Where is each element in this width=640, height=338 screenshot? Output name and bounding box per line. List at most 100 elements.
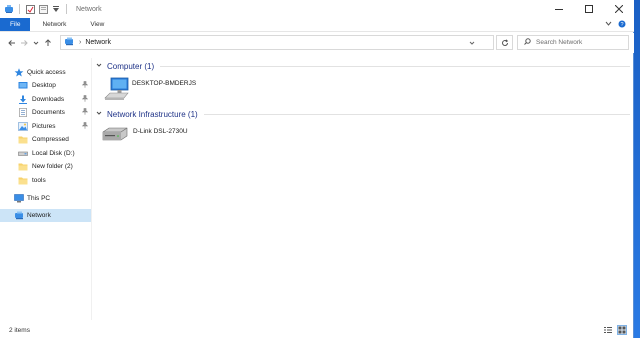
pictures-icon [18, 121, 28, 131]
nav-item-documents[interactable]: Documents [0, 106, 91, 119]
svg-text:?: ? [620, 22, 623, 28]
title-bar: Network [0, 0, 634, 18]
window-title: Network [76, 5, 102, 13]
view-toggle [603, 325, 627, 335]
expand-ribbon-icon[interactable] [605, 20, 612, 30]
group-header-computer[interactable]: Computer (1) [96, 60, 630, 72]
tiles-view-icon [618, 326, 626, 334]
nav-item-label: Documents [32, 109, 65, 116]
network-item-label: DESKTOP-BMDERJS [132, 80, 197, 87]
tab-view[interactable]: View [78, 18, 116, 31]
breadcrumb-chevron-icon[interactable]: › [79, 39, 81, 46]
desktop-folder-icon [18, 81, 28, 90]
nav-item-label: Compressed [32, 136, 69, 143]
details-view-icon [604, 327, 612, 333]
collapse-chevron-icon[interactable] [96, 62, 104, 70]
tab-file[interactable]: File [0, 18, 31, 31]
nav-quick-access-label: Quick access [27, 69, 66, 76]
refresh-icon [501, 38, 508, 46]
group-header-label: Network Infrastructure (1) [107, 109, 198, 119]
address-bar[interactable]: › Network [60, 35, 494, 50]
nav-item-label: Desktop [32, 82, 56, 89]
group-header-label: Computer (1) [107, 61, 155, 71]
pin-icon[interactable] [81, 94, 89, 104]
pin-icon[interactable] [81, 121, 89, 131]
drive-icon [18, 149, 28, 158]
content-pane: Computer (1) DESKTOP-BMDERJS Network Inf… [96, 58, 634, 320]
network-app-icon [4, 4, 14, 14]
chevron-down-icon [469, 41, 475, 45]
downloads-icon [18, 95, 28, 104]
forward-arrow-icon [21, 40, 28, 46]
collapse-chevron-icon[interactable] [96, 110, 104, 118]
separator [19, 4, 20, 14]
item-count: 2 items [9, 326, 30, 334]
new-folder-icon[interactable] [38, 4, 48, 14]
network-icon [14, 211, 24, 220]
group-divider [204, 114, 630, 115]
ribbon-tabs: File Network View ? [0, 18, 634, 32]
customize-toolbar-icon[interactable] [51, 4, 61, 14]
nav-this-pc[interactable]: This PC [0, 192, 91, 205]
back-button[interactable] [6, 35, 18, 51]
nav-item-label: tools [32, 176, 46, 184]
up-button[interactable] [42, 35, 54, 51]
desktop-background [634, 0, 640, 338]
pin-icon[interactable] [81, 81, 89, 90]
nav-item-downloads[interactable]: Downloads [0, 93, 91, 106]
search-input[interactable] [536, 39, 620, 46]
close-button[interactable] [604, 0, 634, 18]
recent-locations-button[interactable] [30, 35, 42, 51]
nav-item-label: Local Disk (D:) [32, 149, 75, 157]
nav-item-label: Pictures [32, 122, 56, 130]
help-icon[interactable]: ? [618, 20, 626, 30]
address-row: › Network [0, 33, 634, 53]
nav-item-tools[interactable]: tools [0, 174, 91, 187]
pin-icon[interactable] [81, 108, 89, 117]
network-item-label: D-Link DSL-2730U [133, 128, 188, 135]
tab-network[interactable]: Network [30, 18, 78, 31]
navigation-pane: Quick access Desktop Downloads Documents… [0, 58, 92, 320]
tiles-view-button[interactable] [617, 325, 627, 335]
ribbon-help-area: ? [605, 20, 626, 30]
refresh-button[interactable] [496, 35, 513, 50]
nav-item-compressed[interactable]: Compressed [0, 133, 91, 146]
properties-icon[interactable] [25, 4, 35, 14]
folder-icon [18, 162, 28, 171]
nav-network[interactable]: Network [0, 209, 91, 222]
nav-quick-access[interactable]: Quick access [0, 66, 91, 79]
details-view-button[interactable] [603, 325, 613, 335]
nav-this-pc-label: This PC [27, 195, 51, 202]
network-icon [64, 37, 75, 48]
status-bar: 2 items [0, 322, 634, 338]
nav-item-label: New folder (2) [32, 163, 73, 170]
star-icon [14, 68, 24, 77]
address-dropdown-button[interactable] [466, 36, 478, 49]
search-box[interactable] [517, 35, 629, 50]
folder-icon [18, 176, 28, 185]
group-header-network-infrastructure[interactable]: Network Infrastructure (1) [96, 108, 630, 120]
separator [66, 4, 67, 14]
search-icon [524, 38, 531, 47]
nav-item-desktop[interactable]: Desktop [0, 79, 91, 92]
breadcrumb-network[interactable]: Network [85, 39, 111, 46]
maximize-button[interactable] [574, 0, 604, 18]
router-icon [101, 124, 129, 146]
computer-icon [104, 76, 130, 104]
nav-network-label: Network [27, 212, 51, 219]
up-arrow-icon [45, 39, 51, 46]
nav-item-local-disk-d[interactable]: Local Disk (D:) [0, 147, 91, 160]
window-controls [544, 0, 634, 18]
forward-button[interactable] [18, 35, 30, 51]
chevron-down-icon [33, 41, 39, 45]
this-pc-icon [14, 194, 24, 203]
nav-item-label: Downloads [32, 95, 65, 103]
network-item-router[interactable]: D-Link DSL-2730U [101, 122, 241, 144]
minimize-button[interactable] [544, 0, 574, 18]
back-arrow-icon [8, 40, 15, 46]
network-item-computer[interactable]: DESKTOP-BMDERJS [104, 74, 244, 104]
nav-item-pictures[interactable]: Pictures [0, 120, 91, 133]
nav-item-new-folder-2[interactable]: New folder (2) [0, 160, 91, 173]
documents-icon [18, 108, 28, 117]
quick-access-toolbar: Network [0, 4, 102, 14]
